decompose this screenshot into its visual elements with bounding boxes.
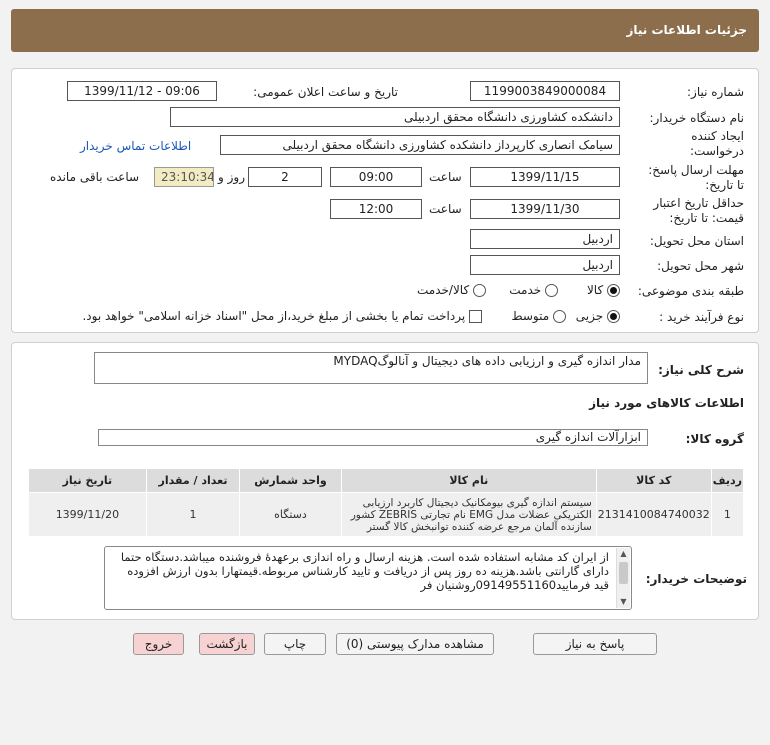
days-remaining-field: 2 — [248, 167, 322, 187]
goods-group-field: ابزارآلات اندازه گیری — [98, 429, 648, 446]
process-label: نوع فرآیند خرید : — [659, 310, 744, 324]
validity-date-field: 1399/11/30 — [470, 199, 620, 219]
deadline-time-label: ساعت — [429, 170, 462, 184]
province-label: استان محل تحویل: — [649, 234, 744, 248]
cell-code: 2131410084740032 — [595, 492, 712, 537]
treasury-option[interactable]: پرداخت تمام یا بخشی از مبلغ خرید،از محل … — [82, 309, 482, 323]
radio-icon[interactable] — [553, 310, 566, 323]
remaining-label: ساعت باقی مانده — [50, 170, 140, 184]
radio-icon[interactable] — [545, 284, 558, 297]
need-details-panel: شماره نیاز: 1199003849000084 تاریخ و ساع… — [11, 68, 759, 333]
goods-table: ردیف کد کالا نام کالا واحد شمارش تعداد /… — [28, 468, 745, 537]
category-option-both-label: کالا/خدمت — [416, 283, 470, 297]
col-row: ردیف — [710, 468, 745, 493]
scroll-thumb[interactable] — [619, 562, 628, 584]
need-number-field: 1199003849000084 — [470, 81, 620, 101]
back-button[interactable]: بازگشت — [199, 633, 255, 655]
buyer-label: نام دستگاه خریدار: — [649, 111, 745, 125]
announce-field: 1399/11/12 - 09:06 — [67, 81, 217, 101]
buyer-field: دانشکده کشاورزی دانشگاه محقق اردبیلی — [170, 107, 620, 127]
buyer-notes-text: از ایران کد مشابه استفاده شده است. هزینه… — [120, 550, 609, 592]
goods-group-label: گروه کالا: — [685, 432, 744, 446]
deadline-time-field: 09:00 — [330, 167, 422, 187]
col-date: تاریخ نیاز — [28, 468, 147, 493]
validity-time-label: ساعت — [429, 202, 462, 216]
radio-icon[interactable] — [473, 284, 486, 297]
attachments-button[interactable]: مشاهده مدارک پیوستی (0) — [336, 633, 494, 655]
col-name: نام کالا — [340, 468, 597, 493]
col-qty: تعداد / مقدار — [145, 468, 241, 493]
treasury-note: پرداخت تمام یا بخشی از مبلغ خرید،از محل … — [82, 309, 466, 323]
creator-label: ایجاد کننده — [691, 129, 744, 143]
announce-label: تاریخ و ساعت اعلان عمومی: — [253, 85, 398, 99]
cell-qty: 1 — [145, 492, 241, 537]
summary-field: مدار اندازه گیری و ارزیابی داده های دیجی… — [94, 352, 648, 384]
notes-scrollbar[interactable]: ▲ ▼ — [616, 548, 630, 608]
radio-selected-icon[interactable] — [607, 284, 620, 297]
city-label: شهر محل تحویل: — [657, 259, 744, 273]
remaining-time-field: 23:10:34 — [154, 167, 214, 187]
category-option-goods-label: کالا — [586, 283, 604, 297]
goods-section-title: اطلاعات کالاهای مورد نیاز — [589, 396, 744, 410]
process-option-medium-label: متوسط — [511, 309, 550, 323]
category-option-service-label: خدمت — [509, 283, 542, 297]
deadline-label: مهلت ارسال پاسخ: — [648, 163, 744, 177]
reply-button[interactable]: پاسخ به نیاز — [533, 633, 657, 655]
scroll-down-icon[interactable]: ▼ — [617, 596, 630, 608]
validity-label: حداقل تاریخ اعتبار — [653, 196, 744, 210]
province-field: اردبیل — [470, 229, 620, 249]
deadline-date-field: 1399/11/15 — [470, 167, 620, 187]
buyer-notes-textarea[interactable]: از ایران کد مشابه استفاده شده است. هزینه… — [104, 546, 632, 610]
buyer-contact-link[interactable]: اطلاعات تماس خریدار — [80, 139, 191, 153]
cell-name: سیستم اندازه گیری بیومکانیک دیجیتال کارب… — [340, 492, 597, 537]
process-option-minor-label: جزیی — [575, 309, 604, 323]
category-option-service[interactable]: خدمت — [509, 283, 558, 297]
category-option-goods[interactable]: کالا — [587, 283, 620, 297]
cell-row: 1 — [710, 492, 745, 537]
radio-selected-icon[interactable] — [607, 310, 620, 323]
print-button[interactable]: چاپ — [264, 633, 326, 655]
validity-label-2: قیمت: تا تاریخ: — [669, 211, 744, 225]
deadline-label-2: تا تاریخ: — [705, 178, 744, 192]
exit-button[interactable]: خروج — [133, 633, 184, 655]
table-row[interactable]: 1 2131410084740032 سیستم اندازه گیری بیو… — [28, 492, 745, 537]
summary-label: شرح کلی نیاز: — [658, 363, 744, 377]
cell-unit: دستگاه — [239, 492, 342, 537]
buyer-notes-label: توضیحات خریدار: — [645, 572, 747, 586]
cell-date: 1399/11/20 — [28, 492, 147, 537]
days-label: روز و — [218, 170, 245, 184]
need-number-label: شماره نیاز: — [687, 85, 744, 99]
col-unit: واحد شمارش — [239, 468, 342, 493]
creator-field: سیامک انصاری کارپرداز دانشکده کشاورزی دا… — [220, 135, 620, 155]
goods-table-header: ردیف کد کالا نام کالا واحد شمارش تعداد /… — [28, 468, 745, 493]
checkbox-icon[interactable] — [469, 310, 482, 323]
validity-time-field: 12:00 — [330, 199, 422, 219]
process-option-minor[interactable]: جزیی — [576, 309, 620, 323]
category-option-both[interactable]: کالا/خدمت — [417, 283, 486, 297]
creator-label-2: درخواست: — [690, 144, 744, 158]
category-label: طبقه بندی موضوعی: — [637, 284, 744, 298]
col-code: کد کالا — [595, 468, 712, 493]
page-title: جزئیات اطلاعات نیاز — [11, 9, 759, 52]
scroll-up-icon[interactable]: ▲ — [617, 548, 630, 560]
city-field: اردبیل — [470, 255, 620, 275]
process-option-medium[interactable]: متوسط — [511, 309, 566, 323]
